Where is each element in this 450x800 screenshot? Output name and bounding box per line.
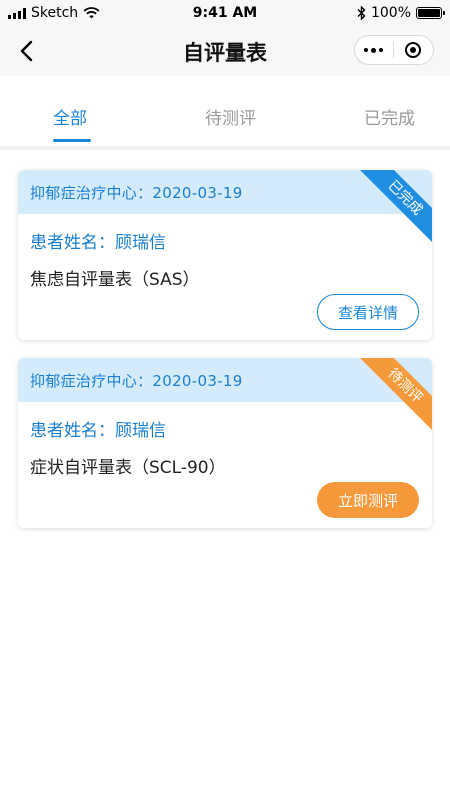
battery-percent: 100% <box>370 5 411 21</box>
assessment-card: 抑郁症治疗中心：2020-03-19 待测评 患者姓名：顾瑞信 症状自评量表（S… <box>18 358 432 528</box>
scale-name: 焦虑自评量表（SAS） <box>30 270 200 290</box>
battery-icon <box>416 7 445 19</box>
nav-bar: 自评量表 <box>0 26 450 76</box>
status-ribbon: 待测评 <box>358 358 432 432</box>
mini-program-capsule <box>354 35 434 65</box>
patient-name: 患者姓名：顾瑞信 <box>30 421 166 441</box>
close-target-icon[interactable] <box>394 36 434 64</box>
app-screen: Sketch 9:41 AM 100% 自评量表 全部 待测评 已完成 抑郁症治… <box>0 0 450 800</box>
battery-fill <box>418 9 440 17</box>
status-ribbon: 已完成 <box>358 170 432 244</box>
patient-name: 患者姓名：顾瑞信 <box>30 233 166 253</box>
active-tab-indicator <box>53 139 91 142</box>
status-right: 100% <box>357 5 445 21</box>
tab-bar: 全部 待测评 已完成 <box>0 76 450 150</box>
tab-all[interactable]: 全部 <box>53 104 87 129</box>
view-details-button[interactable]: 查看详情 <box>317 294 419 330</box>
bluetooth-icon <box>357 6 366 20</box>
more-dots-icon[interactable] <box>355 36 393 64</box>
start-assessment-button[interactable]: 立即测评 <box>317 482 419 518</box>
tab-pending[interactable]: 待测评 <box>205 104 256 129</box>
assessment-card: 抑郁症治疗中心：2020-03-19 已完成 患者姓名：顾瑞信 焦虑自评量表（S… <box>18 170 432 340</box>
scale-name: 症状自评量表（SCL-90） <box>30 458 226 478</box>
tab-completed[interactable]: 已完成 <box>364 104 415 129</box>
status-ribbon-label: 已完成 <box>358 170 432 244</box>
status-bar: Sketch 9:41 AM 100% <box>0 0 450 26</box>
status-ribbon-label: 待测评 <box>358 358 432 432</box>
